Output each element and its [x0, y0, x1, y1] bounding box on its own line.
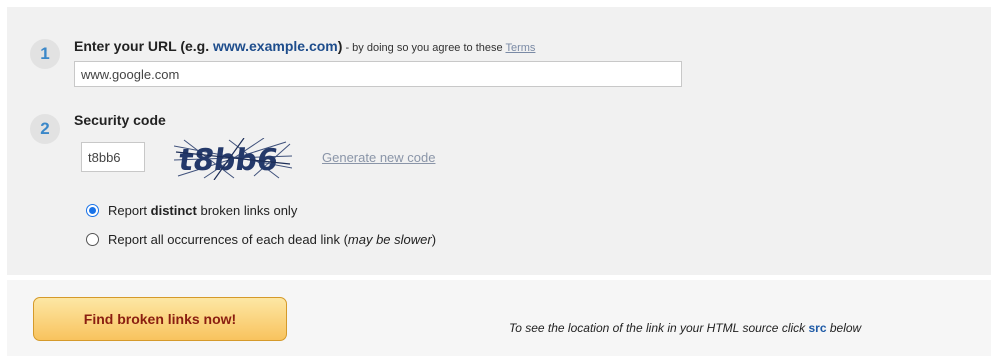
report-distinct-option[interactable]: Report distinct broken links only — [86, 203, 297, 218]
report-distinct-prefix: Report — [108, 203, 151, 218]
terms-link[interactable]: Terms — [505, 42, 535, 54]
security-code-label: Security code — [74, 112, 166, 128]
agree-text: - by doing so you agree to these — [342, 42, 506, 54]
report-all-radio[interactable] — [86, 233, 99, 246]
hint-src-word: src — [808, 321, 827, 335]
url-field-label: Enter your URL (e.g. www.example.com) - … — [74, 38, 535, 54]
security-code-input[interactable] — [81, 142, 145, 172]
captcha-image: t8bb6 — [174, 138, 292, 180]
step-2-badge: 2 — [30, 114, 60, 144]
report-all-option[interactable]: Report all occurrences of each dead link… — [86, 232, 436, 247]
src-hint-text: To see the location of the link in your … — [509, 321, 861, 335]
report-all-prefix: Report all occurrences of each dead link… — [108, 232, 348, 247]
hint-suffix: below — [826, 321, 862, 335]
generate-new-code-link[interactable]: Generate new code — [322, 150, 435, 165]
report-all-suffix: ) — [431, 232, 437, 247]
step-1-badge: 1 — [30, 39, 60, 69]
report-distinct-radio[interactable] — [86, 204, 99, 217]
report-all-label: Report all occurrences of each dead link… — [108, 232, 436, 247]
url-input[interactable] — [74, 61, 682, 87]
hint-prefix: To see the location of the link in your … — [509, 321, 809, 335]
find-broken-links-button[interactable]: Find broken links now! — [33, 297, 287, 341]
url-example-text: www.example.com — [212, 38, 338, 54]
report-all-italic: may be slower — [347, 232, 432, 247]
report-distinct-label: Report distinct broken links only — [108, 203, 297, 218]
report-distinct-bold: distinct — [150, 203, 197, 218]
report-distinct-suffix: broken links only — [196, 203, 298, 218]
url-label-prefix: Enter your URL (e.g. — [74, 38, 213, 54]
